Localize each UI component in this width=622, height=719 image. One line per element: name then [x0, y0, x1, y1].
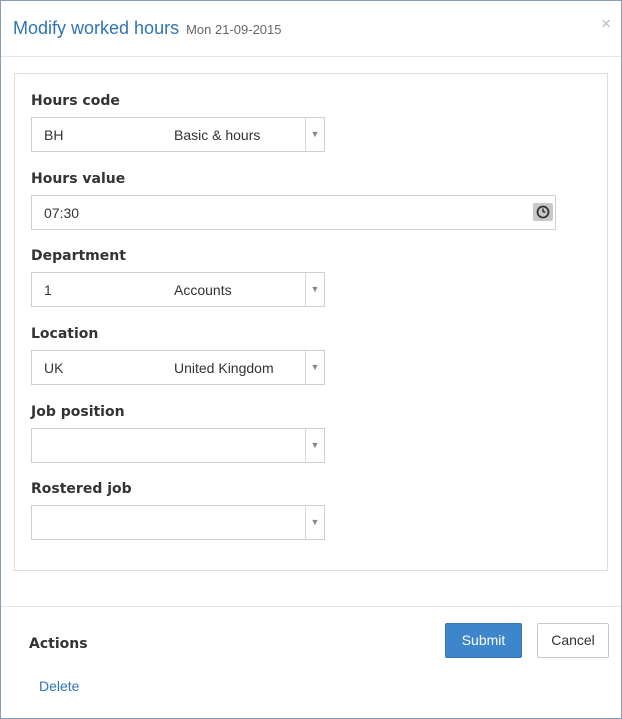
chevron-down-icon[interactable]: ▼ — [305, 273, 324, 306]
location-label: Location — [31, 326, 99, 342]
department-label: Department — [31, 248, 126, 264]
delete-link[interactable]: Delete — [39, 678, 79, 694]
hours-code-value: BH — [44, 127, 64, 143]
dialog-title-text: Modify worked hours — [13, 18, 180, 38]
department-description: Accounts — [174, 282, 232, 298]
rostered-job-select[interactable]: ▼ — [31, 505, 325, 540]
dialog-title: Modify worked hours Mon 21-09-2015 — [13, 18, 282, 39]
department-select[interactable]: 1 Accounts ▼ — [31, 272, 325, 307]
submit-button[interactable]: Submit — [445, 623, 522, 658]
hours-value-input[interactable]: 07:30 — [31, 195, 556, 230]
chevron-down-icon[interactable]: ▼ — [305, 429, 324, 462]
location-code: UK — [44, 360, 64, 376]
dialog-header: Modify worked hours Mon 21-09-2015 × — [1, 1, 621, 57]
job-position-label: Job position — [31, 404, 125, 420]
clock-icon[interactable] — [533, 203, 553, 221]
actions-label: Actions — [29, 636, 88, 652]
footer-divider — [1, 606, 621, 607]
rostered-job-label: Rostered job — [31, 481, 132, 497]
dialog-date: Mon 21-09-2015 — [186, 22, 282, 37]
form-panel: Hours code BH Basic & hours ▼ Hours valu… — [14, 73, 608, 571]
hours-value-label: Hours value — [31, 171, 126, 187]
hours-value-text: 07:30 — [44, 205, 80, 221]
hours-code-label: Hours code — [31, 93, 120, 109]
job-position-select[interactable]: ▼ — [31, 428, 325, 463]
chevron-down-icon[interactable]: ▼ — [305, 118, 324, 151]
chevron-down-icon[interactable]: ▼ — [305, 351, 324, 384]
chevron-down-icon[interactable]: ▼ — [305, 506, 324, 539]
close-icon[interactable]: × — [601, 15, 611, 32]
hours-code-select[interactable]: BH Basic & hours ▼ — [31, 117, 325, 152]
location-description: United Kingdom — [174, 360, 274, 376]
location-select[interactable]: UK United Kingdom ▼ — [31, 350, 325, 385]
cancel-button[interactable]: Cancel — [537, 623, 609, 658]
modify-worked-hours-dialog: Modify worked hours Mon 21-09-2015 × Hou… — [0, 0, 622, 719]
department-code: 1 — [44, 282, 52, 298]
hours-code-description: Basic & hours — [174, 127, 261, 143]
